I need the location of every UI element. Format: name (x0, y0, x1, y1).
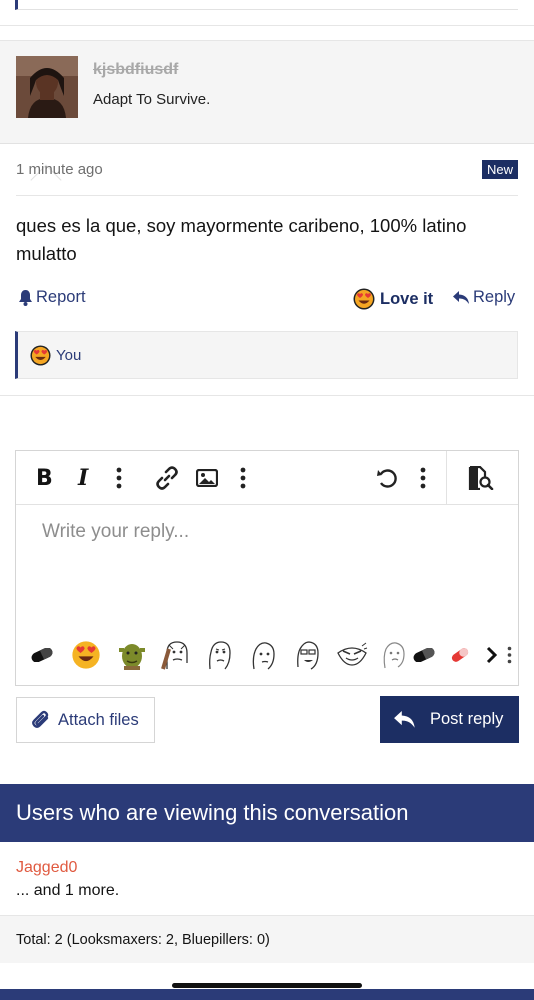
attach-files-button[interactable]: Attach files (16, 697, 155, 743)
post-reply-button[interactable]: Post reply (380, 696, 519, 743)
link-icon[interactable] (155, 465, 179, 491)
reply-arrow-icon (394, 710, 415, 728)
smilie-bar (24, 637, 514, 675)
post-reply-label: Post reply (430, 710, 504, 728)
attach-files-label: Attach files (58, 710, 139, 729)
pill-icon[interactable] (408, 637, 440, 673)
post-username[interactable]: kjsbdfiusdf (93, 61, 178, 79)
reactions-users[interactable]: You (56, 347, 81, 364)
toolbar-divider (446, 451, 447, 505)
viewer-username[interactable]: Jagged0 (16, 859, 77, 877)
post-timestamp[interactable]: 1 minute ago (16, 161, 103, 178)
image-icon[interactable] (196, 465, 218, 491)
undo-icon[interactable] (376, 465, 398, 491)
reactions-bar[interactable]: You (15, 331, 518, 379)
pill-icon[interactable] (444, 637, 476, 673)
post-body: ques es la que, soy mayormente caribeno,… (16, 215, 467, 264)
heart-eyes-emoji-icon (30, 344, 51, 366)
reply-arrow-icon (453, 290, 469, 304)
paperclip-icon (32, 710, 49, 728)
italic-icon[interactable]: I (78, 465, 88, 491)
meme-face-smilie[interactable] (160, 637, 192, 673)
viewers-more[interactable]: ... and 1 more. (16, 882, 119, 900)
divider (0, 395, 534, 396)
report-label: Report (36, 288, 86, 306)
bold-icon[interactable]: B (36, 465, 53, 491)
reply-button[interactable]: Reply (453, 288, 515, 307)
avatar[interactable] (16, 56, 78, 118)
pill-icon[interactable] (26, 637, 58, 673)
meme-face-smilie[interactable] (204, 637, 236, 673)
meme-face-smilie[interactable] (336, 637, 368, 673)
love-it-label: Love it (380, 289, 434, 308)
user-title: Adapt To Survive. (93, 91, 211, 108)
meme-face-smilie[interactable] (378, 637, 410, 673)
post-header: kjsbdfiusdf Adapt To Survive. (0, 40, 534, 196)
more-vertical-icon[interactable] (240, 465, 246, 491)
new-badge: New (481, 160, 518, 179)
report-button[interactable]: Report (18, 288, 86, 307)
more-vertical-icon[interactable] (502, 637, 516, 673)
reply-editor: B I Write your reply... (15, 450, 519, 686)
viewers-total: Total: 2 (Looksmaxers: 2, Bluepillers: 0… (0, 915, 534, 963)
reply-textarea[interactable]: Write your reply... (42, 521, 189, 543)
footer-bar (0, 989, 534, 1000)
divider (16, 195, 518, 196)
viewers-heading: Users who are viewing this conversation (0, 784, 534, 842)
heart-eyes-emoji-icon (353, 288, 375, 310)
shrek-smilie[interactable] (116, 637, 148, 673)
home-indicator (172, 983, 362, 988)
meme-face-smilie[interactable] (248, 637, 280, 673)
reply-label: Reply (473, 288, 516, 306)
editor-toolbar: B I (16, 451, 518, 505)
bell-icon (19, 289, 32, 306)
divider (0, 25, 534, 26)
more-vertical-icon[interactable] (116, 465, 122, 491)
previous-post-bottom (15, 0, 518, 10)
meme-face-smilie[interactable] (292, 637, 324, 673)
more-vertical-icon[interactable] (420, 465, 426, 491)
love-it-button[interactable]: Love it (353, 288, 433, 310)
preview-icon[interactable] (468, 465, 494, 491)
heart-eyes-emoji[interactable] (70, 637, 102, 673)
